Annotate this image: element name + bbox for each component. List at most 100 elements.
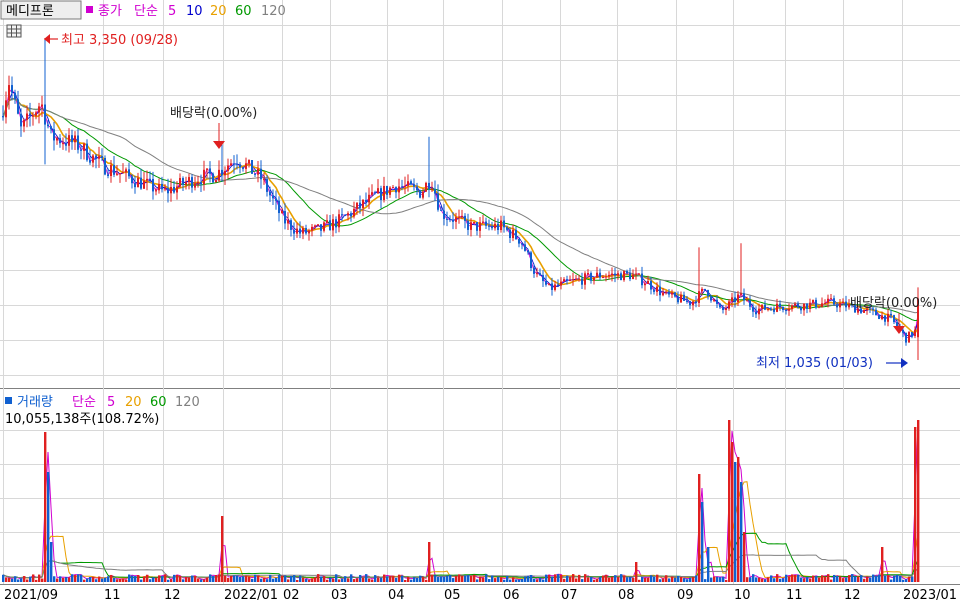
volume-bar	[407, 576, 410, 582]
candle	[590, 273, 592, 281]
volume-bar	[392, 575, 395, 582]
candle	[260, 168, 262, 180]
volume-bar	[458, 574, 461, 582]
volume-bar	[752, 574, 755, 582]
volume-bar	[395, 577, 398, 582]
volume-bar	[314, 577, 317, 582]
candle	[2, 116, 4, 118]
volume-bar	[38, 574, 41, 582]
volume-bar	[749, 577, 752, 582]
candle	[578, 278, 580, 280]
candle	[332, 219, 334, 231]
candle	[659, 286, 661, 296]
candle	[458, 216, 460, 218]
candle	[113, 164, 115, 175]
volume-bar	[734, 462, 737, 582]
volume-ma-120: 120	[175, 395, 200, 410]
volume-bar	[107, 576, 110, 582]
candle	[272, 195, 274, 199]
candle	[137, 177, 139, 188]
volume-bar	[260, 578, 263, 582]
candle	[467, 220, 469, 230]
candle	[389, 187, 391, 195]
candle	[542, 275, 544, 282]
volume-bar	[272, 578, 275, 582]
candle	[350, 213, 352, 217]
candle	[701, 288, 703, 292]
candle	[503, 220, 505, 228]
candle	[62, 143, 64, 145]
candle	[584, 273, 586, 285]
candle	[572, 279, 574, 281]
volume-bar	[857, 576, 860, 582]
volume-bar	[656, 574, 659, 582]
candle	[425, 182, 427, 192]
volume-bar	[464, 575, 467, 582]
candle	[224, 170, 226, 176]
volume-bar	[212, 576, 215, 582]
volume-bar	[71, 574, 74, 582]
candle	[293, 229, 295, 234]
volume-bar	[8, 577, 11, 582]
volume-bar	[302, 577, 305, 582]
volume-bar	[245, 575, 248, 582]
volume-bar	[248, 576, 251, 582]
candle	[239, 164, 241, 168]
volume-bar	[737, 457, 740, 582]
table-icon[interactable]	[6, 24, 22, 38]
candle	[122, 172, 124, 174]
volume-bar	[113, 577, 116, 582]
candle	[764, 304, 766, 310]
candle	[533, 268, 535, 274]
candle	[719, 303, 721, 308]
volume-bar	[296, 579, 299, 582]
volume-bar	[788, 576, 791, 582]
volume-bar	[353, 579, 356, 582]
volume-bar	[368, 578, 371, 582]
volume-bar	[776, 574, 779, 582]
candle	[668, 291, 670, 295]
volume-bar	[32, 574, 35, 582]
candle	[287, 220, 289, 224]
candle	[554, 284, 556, 290]
candle	[230, 163, 232, 166]
volume-bar	[602, 575, 605, 582]
candle	[680, 294, 682, 303]
candle	[734, 297, 736, 303]
volume-bar	[17, 579, 20, 582]
candle	[209, 168, 211, 174]
volume-bar	[869, 577, 872, 582]
candle	[203, 169, 205, 185]
candle	[311, 226, 313, 231]
volume-bar	[203, 579, 206, 582]
candle	[197, 182, 199, 184]
volume-bar	[506, 576, 509, 582]
candle	[803, 303, 805, 311]
candle	[527, 250, 529, 253]
volume-bar	[254, 574, 257, 582]
candle	[119, 173, 121, 175]
volume-bar	[35, 579, 38, 582]
volume-bar	[194, 576, 197, 582]
candle	[524, 244, 526, 251]
candle	[419, 190, 421, 198]
volume-bar	[230, 575, 233, 582]
volume-bar	[767, 577, 770, 582]
candle	[440, 209, 442, 211]
volume-bar	[578, 574, 581, 582]
volume-bar	[689, 577, 692, 582]
volume-bar	[101, 578, 104, 582]
volume-bar	[632, 577, 635, 582]
volume-bar	[881, 547, 884, 582]
candle	[839, 303, 841, 308]
candle	[818, 306, 820, 308]
volume-bar	[572, 574, 575, 582]
candle	[323, 222, 325, 231]
candle	[632, 274, 634, 280]
volume-bar	[830, 579, 833, 582]
volume-bar	[65, 576, 68, 582]
volume-bar	[515, 579, 518, 582]
candle	[212, 173, 214, 183]
candle	[380, 188, 382, 200]
candle	[434, 189, 436, 194]
